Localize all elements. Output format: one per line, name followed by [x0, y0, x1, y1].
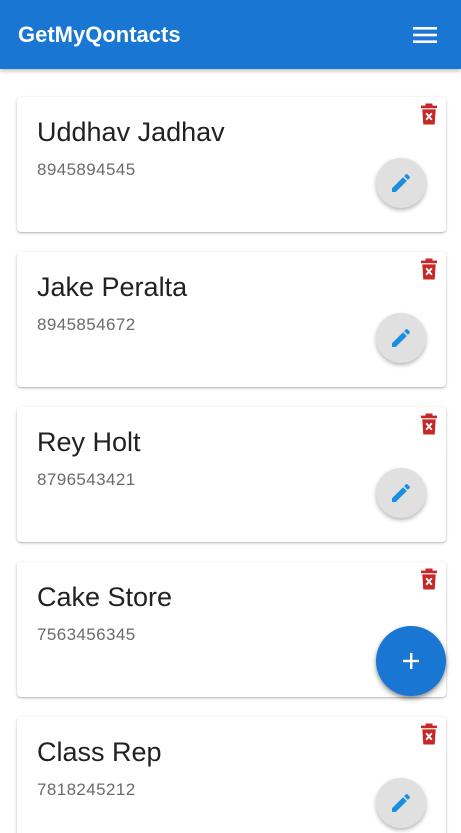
contact-phone: 7818245212 — [37, 780, 136, 799]
contact-list: Uddhav Jadhav 8945894545 Jake Peralta 89… — [0, 69, 461, 833]
menu-button[interactable] — [407, 17, 443, 53]
plus-icon — [403, 653, 419, 669]
add-contact-button[interactable] — [376, 626, 446, 696]
contact-name: Cake Store — [37, 582, 173, 612]
delete-icon — [421, 258, 437, 280]
edit-button[interactable] — [376, 158, 426, 208]
contact-phone: 8945894545 — [37, 160, 136, 179]
delete-button[interactable] — [418, 566, 440, 592]
edit-button[interactable] — [376, 468, 426, 518]
contact-phone: 7563456345 — [37, 625, 136, 644]
contact-card: Rey Holt 8796543421 — [17, 407, 446, 542]
contact-card: Jake Peralta 8945854672 — [17, 252, 446, 387]
contact-phone: 8945854672 — [37, 315, 136, 334]
pencil-icon — [392, 173, 411, 192]
contact-card: Class Rep 7818245212 — [17, 717, 446, 833]
delete-icon — [421, 103, 437, 125]
contact-card: Uddhav Jadhav 8945894545 — [17, 97, 446, 232]
contact-name: Rey Holt — [37, 427, 141, 457]
contact-name: Jake Peralta — [37, 272, 188, 302]
app-title: GetMyQontacts — [18, 21, 181, 47]
delete-icon — [421, 723, 437, 745]
delete-button[interactable] — [418, 721, 440, 747]
contact-name: Class Rep — [37, 737, 162, 767]
delete-button[interactable] — [418, 256, 440, 282]
pencil-icon — [392, 483, 411, 502]
app-bar: GetMyQontacts — [0, 0, 461, 69]
contact-name: Uddhav Jadhav — [37, 117, 225, 147]
pencil-icon — [392, 793, 411, 812]
delete-button[interactable] — [418, 101, 440, 127]
delete-icon — [421, 413, 437, 435]
menu-icon — [413, 26, 437, 43]
edit-button[interactable] — [376, 313, 426, 363]
pencil-icon — [392, 328, 411, 347]
contact-phone: 8796543421 — [37, 470, 136, 489]
delete-icon — [421, 568, 437, 590]
edit-button[interactable] — [376, 778, 426, 828]
delete-button[interactable] — [418, 411, 440, 437]
